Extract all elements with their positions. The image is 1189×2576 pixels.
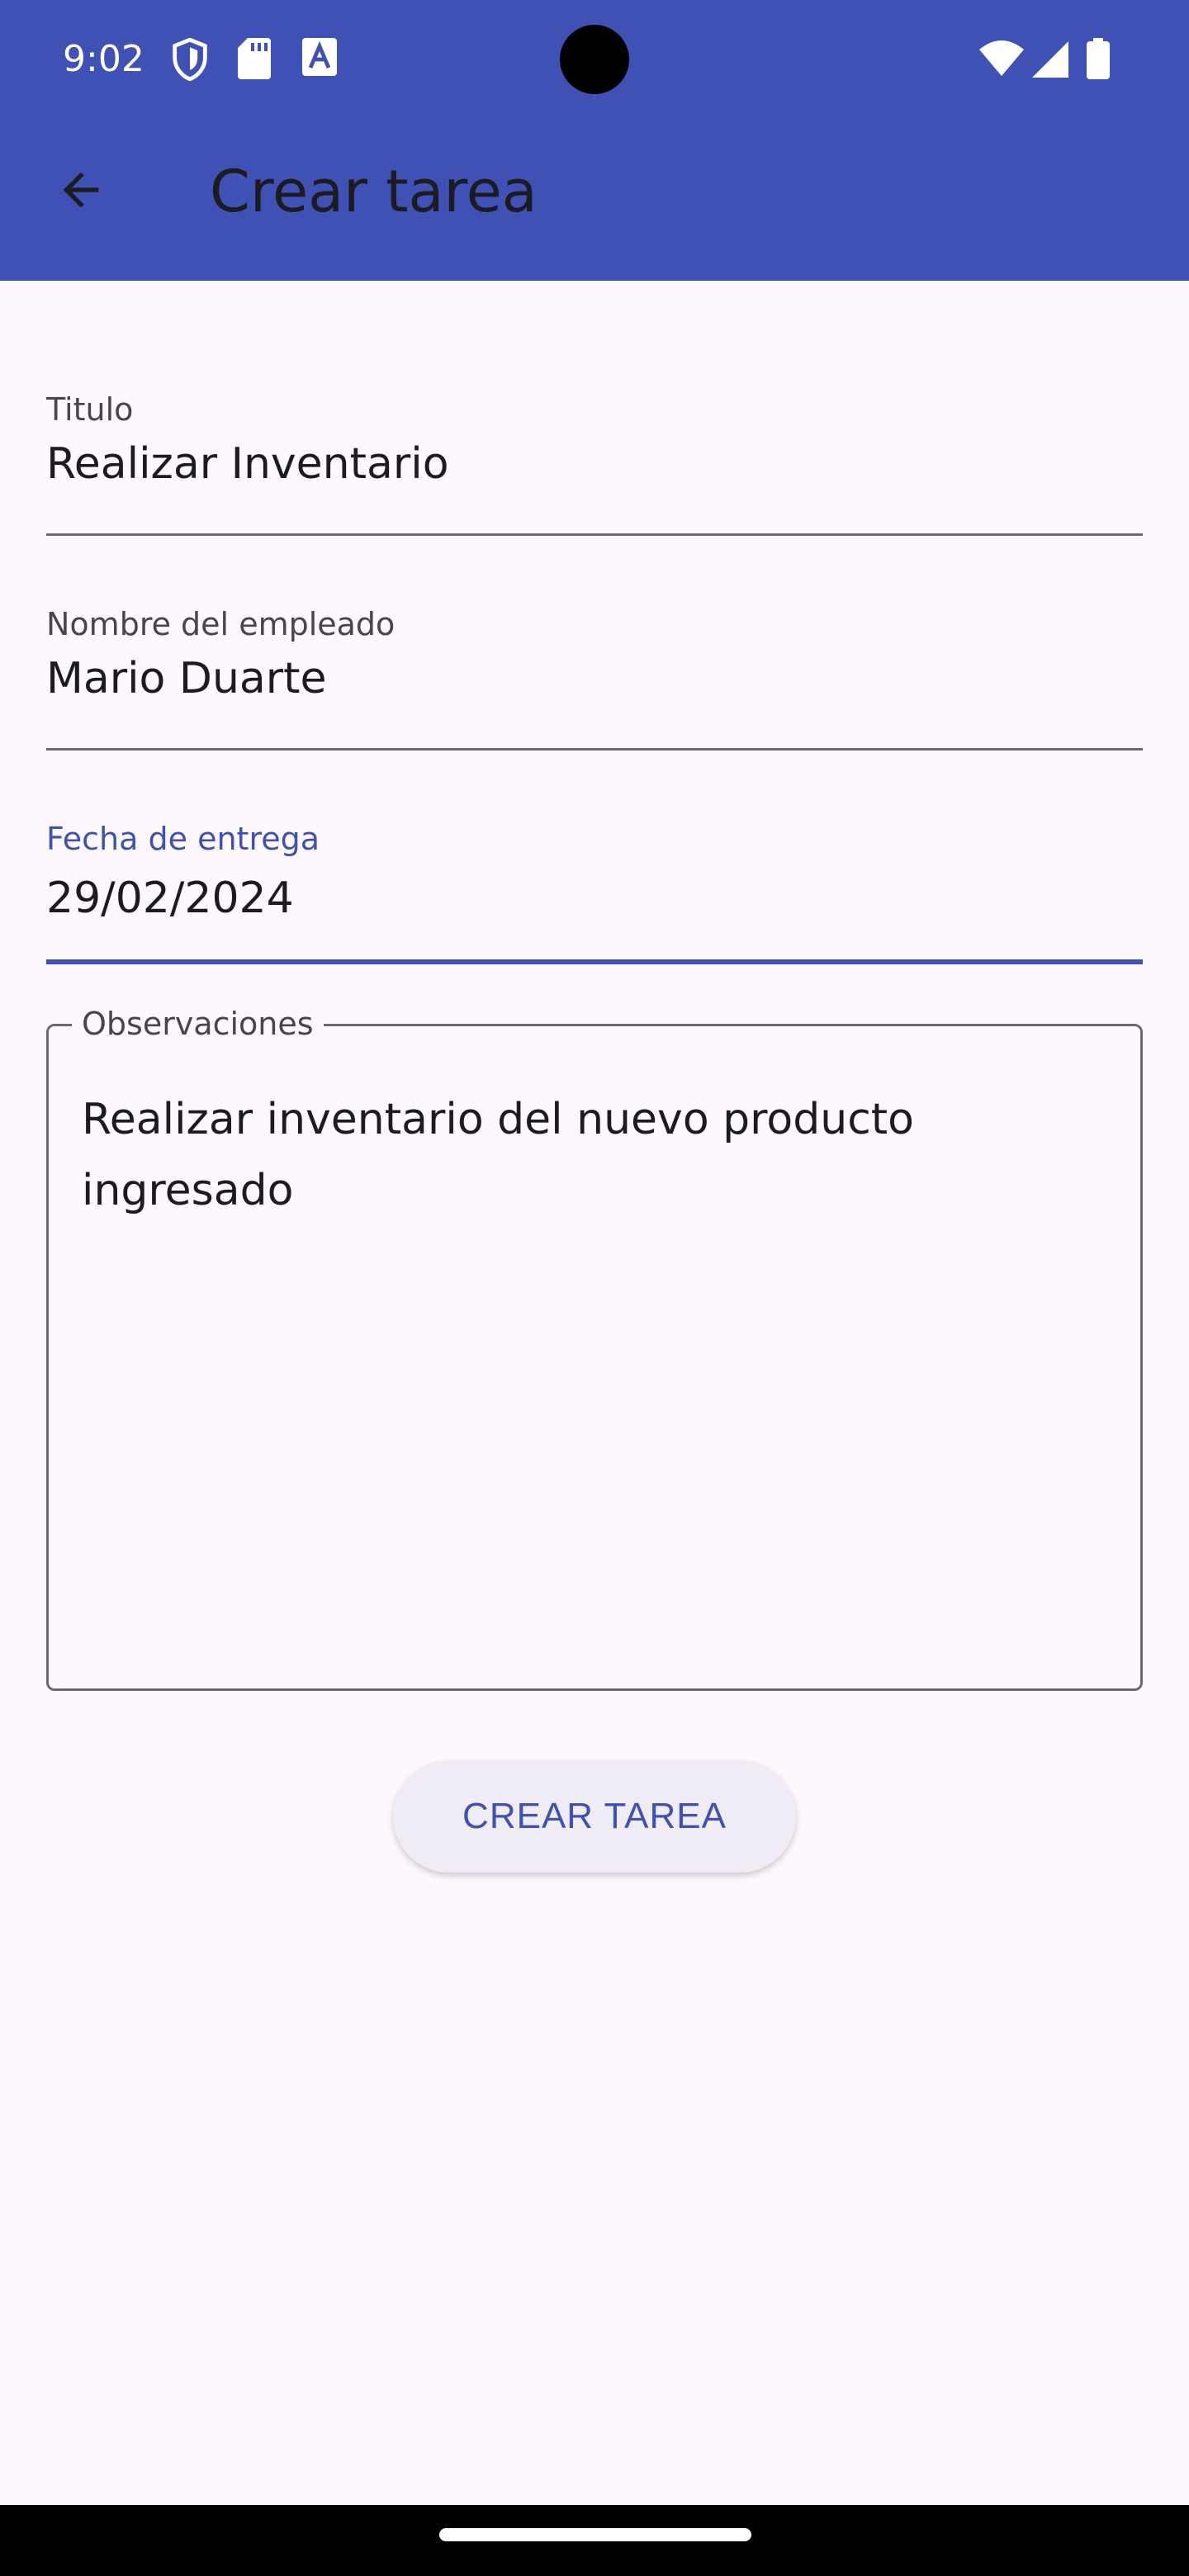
status-bar: 9:02 [0,0,1189,116]
employee-field[interactable]: Nombre del empleado Mario Duarte [46,606,1143,751]
status-time: 9:02 [63,38,144,80]
navigation-bar [0,2505,1189,2576]
date-field-underline [46,959,1143,964]
font-a-icon [302,38,337,80]
page-title: Crear tarea [210,158,538,225]
title-field-underline [46,533,1143,536]
date-field[interactable]: Fecha de entrega 29/02/2024 [46,821,1143,966]
shield-icon [172,37,208,85]
title-field-label: Titulo [46,391,134,428]
wifi-icon [979,40,1024,80]
arrow-back-icon [54,163,107,220]
title-field[interactable]: Titulo Realizar Inventario [46,391,1143,537]
create-task-button-label: CREAR TAREA [462,1796,727,1836]
app-bar: Crear tarea [0,116,1189,281]
notes-field[interactable]: Observaciones Realizar inventario del nu… [46,1005,1143,1691]
back-button[interactable] [40,150,122,233]
notes-field-value[interactable]: Realizar inventario del nuevo producto i… [82,1084,1089,1226]
battery-icon [1087,38,1110,83]
title-field-value[interactable]: Realizar Inventario [46,438,1143,490]
home-handle[interactable] [439,2528,751,2541]
notes-field-label: Observaciones [72,1005,324,1043]
employee-field-value[interactable]: Mario Duarte [46,652,1143,705]
date-field-value[interactable]: 29/02/2024 [46,872,1143,925]
employee-field-label: Nombre del empleado [46,606,396,642]
date-field-label: Fecha de entrega [46,821,320,857]
create-task-button[interactable]: CREAR TAREA [393,1760,796,1873]
signal-icon [1032,41,1068,82]
employee-field-underline [46,748,1143,751]
camera-cutout [560,25,629,94]
sd-card-icon [238,38,271,83]
